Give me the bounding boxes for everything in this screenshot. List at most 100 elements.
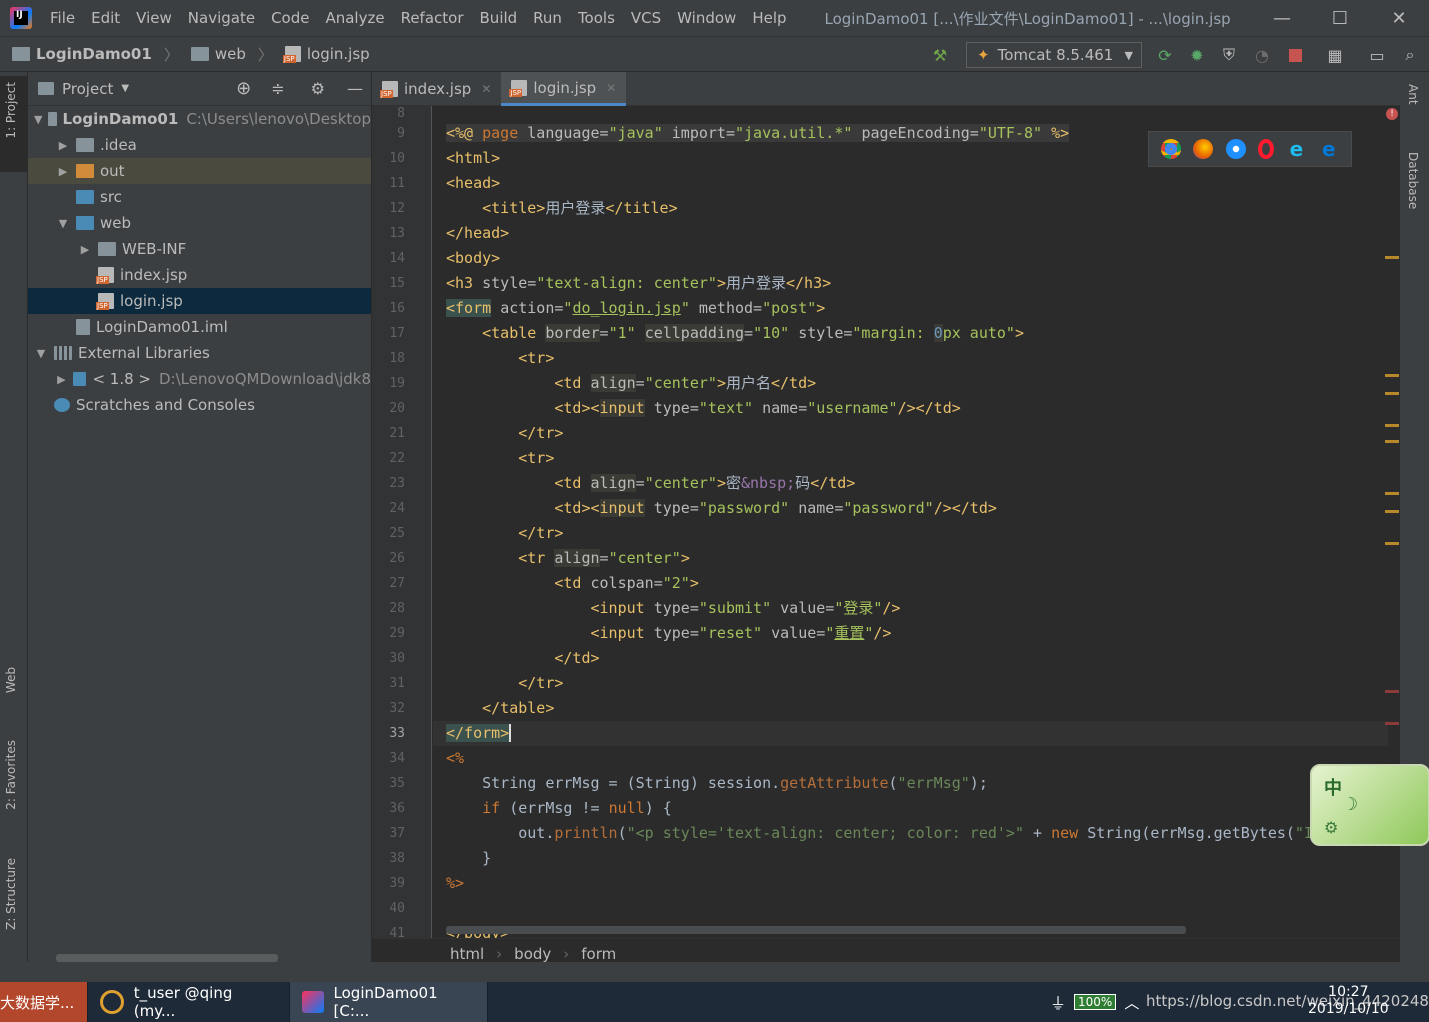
- tree-node[interactable]: ▼ LoginDamo01 C:\Users\lenovo\Desktop: [28, 106, 371, 132]
- line-number[interactable]: 8: [372, 106, 431, 121]
- line-number[interactable]: 40: [372, 896, 431, 921]
- line-number[interactable]: 35: [372, 771, 431, 796]
- gear-icon[interactable]: ⚙: [311, 79, 325, 98]
- chrome-icon[interactable]: [1161, 139, 1182, 159]
- close-tab-icon[interactable]: ✕: [481, 82, 491, 96]
- search-icon[interactable]: ⌕: [1400, 45, 1420, 65]
- menu-view[interactable]: View: [136, 9, 172, 27]
- project-structure-icon[interactable]: ▦: [1325, 45, 1345, 65]
- minimize-button[interactable]: —: [1253, 0, 1311, 36]
- line-number[interactable]: 19: [372, 371, 431, 396]
- tree-node[interactable]: login.jsp: [28, 288, 371, 314]
- close-button[interactable]: ✕: [1370, 0, 1428, 36]
- clock[interactable]: 10:27 2019/10/10: [1308, 984, 1389, 1018]
- tree-node[interactable]: ▼ External Libraries: [28, 340, 371, 366]
- line-number[interactable]: 21: [372, 421, 431, 446]
- line-number[interactable]: 29: [372, 621, 431, 646]
- expanded-arrow-icon[interactable]: ▼: [34, 347, 48, 360]
- line-number[interactable]: 36: [372, 796, 431, 821]
- line-number[interactable]: 24: [372, 496, 431, 521]
- warning-marker[interactable]: [1385, 374, 1399, 377]
- breadcrumb-html[interactable]: html: [450, 945, 484, 963]
- ime-language-indicator[interactable]: 中: [1324, 774, 1342, 800]
- tree-node[interactable]: Scratches and Consoles: [28, 392, 371, 418]
- chevron-down-icon[interactable]: ▼: [121, 83, 129, 94]
- line-number[interactable]: 15: [372, 271, 431, 296]
- rerun-icon[interactable]: ⟳: [1155, 45, 1175, 65]
- stop-icon[interactable]: [1285, 45, 1305, 65]
- warning-marker[interactable]: [1385, 542, 1399, 545]
- warning-marker[interactable]: [1385, 392, 1399, 395]
- safari-icon[interactable]: [1225, 139, 1246, 159]
- line-number[interactable]: 12: [372, 196, 431, 221]
- chevron-up-icon[interactable]: ︿: [1124, 992, 1139, 1013]
- task-datagrip[interactable]: t_user @qing (my...: [88, 982, 290, 1022]
- tree-node[interactable]: ▶ < 1.8 > D:\LenovoQMDownload\jdk8: [28, 366, 371, 392]
- hide-panel-icon[interactable]: —: [347, 79, 363, 98]
- line-number[interactable]: 30: [372, 646, 431, 671]
- tree-node[interactable]: LoginDamo01.iml: [28, 314, 371, 340]
- warning-marker[interactable]: [1385, 440, 1399, 443]
- tool-tab-project[interactable]: 1: Project: [4, 82, 18, 139]
- collapsed-arrow-icon[interactable]: ▶: [56, 373, 67, 386]
- hammer-icon[interactable]: ⚒: [930, 45, 950, 65]
- line-number[interactable]: 26: [372, 546, 431, 571]
- firefox-icon[interactable]: [1193, 139, 1214, 159]
- debug-icon[interactable]: ✹: [1187, 45, 1207, 65]
- power-plug-icon[interactable]: ⏚: [1050, 990, 1066, 1014]
- tab-index-jsp[interactable]: index.jsp ✕: [372, 72, 501, 106]
- line-number[interactable]: 34: [372, 746, 431, 771]
- menu-vcs[interactable]: VCS: [631, 9, 661, 27]
- tool-tab-ant[interactable]: Ant: [1406, 84, 1420, 105]
- menu-analyze[interactable]: Analyze: [325, 9, 384, 27]
- warning-marker[interactable]: [1385, 492, 1399, 495]
- menu-build[interactable]: Build: [480, 9, 518, 27]
- line-number[interactable]: 28: [372, 596, 431, 621]
- line-number[interactable]: 17: [372, 321, 431, 346]
- ime-widget[interactable]: 中 ☽ ⚙: [1310, 764, 1429, 846]
- tree-node[interactable]: ▶ .idea: [28, 132, 371, 158]
- task-intellij[interactable]: LoginDamo01 [C:...: [290, 982, 488, 1022]
- menu-navigate[interactable]: Navigate: [188, 9, 255, 27]
- line-number[interactable]: 13: [372, 221, 431, 246]
- warning-marker[interactable]: [1385, 424, 1399, 427]
- line-number[interactable]: 16: [372, 296, 431, 321]
- error-indicator-icon[interactable]: !: [1386, 108, 1398, 120]
- menu-help[interactable]: Help: [752, 9, 786, 27]
- collapse-all-icon[interactable]: ≑: [271, 79, 284, 98]
- line-number[interactable]: 38: [372, 846, 431, 871]
- collapsed-arrow-icon[interactable]: ▶: [56, 165, 70, 178]
- tree-node[interactable]: index.jsp: [28, 262, 371, 288]
- menu-code[interactable]: Code: [271, 9, 309, 27]
- nav-crumb-project[interactable]: LoginDamo01 〉: [12, 44, 179, 65]
- expanded-arrow-icon[interactable]: ▼: [56, 217, 70, 230]
- coverage-icon[interactable]: ⛨: [1219, 45, 1239, 65]
- tree-node[interactable]: ▶ WEB-INF: [28, 236, 371, 262]
- tool-tab-database[interactable]: Database: [1406, 152, 1420, 209]
- project-view-select[interactable]: Project: [62, 80, 113, 98]
- menu-edit[interactable]: Edit: [91, 9, 120, 27]
- tree-node[interactable]: src: [28, 184, 371, 210]
- line-number[interactable]: 31: [372, 671, 431, 696]
- line-number[interactable]: 10: [372, 146, 431, 171]
- line-number[interactable]: 9: [372, 121, 431, 146]
- task-big-data[interactable]: 大数据学...: [0, 982, 88, 1022]
- line-number[interactable]: 27: [372, 571, 431, 596]
- error-marker[interactable]: [1385, 722, 1399, 725]
- run-configuration-select[interactable]: ✦ Tomcat 8.5.461 ▼: [966, 42, 1142, 68]
- breadcrumb-form[interactable]: form: [581, 945, 616, 963]
- line-number[interactable]: 23: [372, 471, 431, 496]
- nav-crumb-file[interactable]: login.jsp: [282, 45, 370, 63]
- expanded-arrow-icon[interactable]: ▼: [34, 113, 42, 126]
- close-tab-icon[interactable]: ✕: [606, 81, 616, 95]
- menu-tools[interactable]: Tools: [578, 9, 615, 27]
- line-number[interactable]: 18: [372, 346, 431, 371]
- locate-file-icon[interactable]: ⊕: [236, 78, 251, 99]
- opera-icon[interactable]: [1258, 139, 1275, 159]
- terminal-icon[interactable]: ▭: [1367, 45, 1387, 65]
- horizontal-scrollbar[interactable]: [56, 954, 278, 962]
- internet-explorer-icon[interactable]: e: [1286, 139, 1306, 159]
- menu-window[interactable]: Window: [677, 9, 736, 27]
- warning-marker[interactable]: [1385, 256, 1399, 259]
- collapsed-arrow-icon[interactable]: ▶: [56, 139, 70, 152]
